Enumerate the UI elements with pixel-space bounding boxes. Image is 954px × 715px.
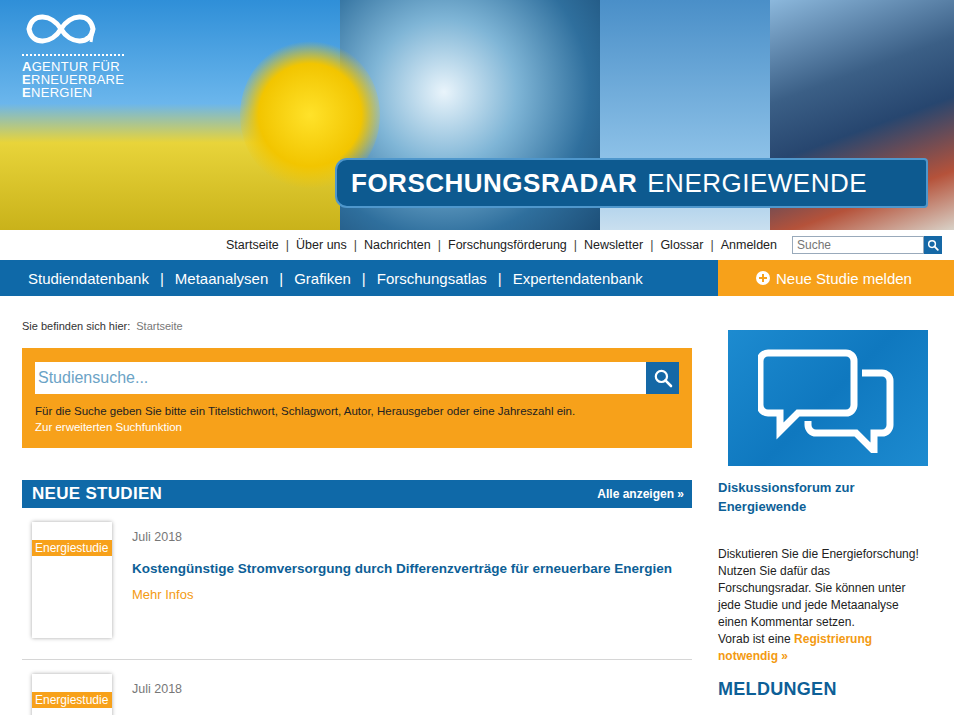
more-info-link[interactable]: Mehr Infos <box>132 587 672 602</box>
nav-separator: | <box>279 270 283 287</box>
study-date: Juli 2018 <box>132 682 182 696</box>
news-heading: MELDUNGEN <box>718 679 928 700</box>
magnifier-icon <box>927 239 939 251</box>
nav-separator: | <box>160 270 164 287</box>
speech-bubbles-icon <box>758 343 898 453</box>
study-item: Energiestudie Juli 2018 <box>22 660 692 715</box>
nav-separator: | <box>574 238 577 252</box>
nav-separator: | <box>498 270 502 287</box>
plus-circle-icon <box>756 271 770 285</box>
sidebar: Diskussionsforum zur Energiewende Diskuti… <box>718 296 928 715</box>
top-nav-link[interactable]: Über uns <box>296 238 347 252</box>
forum-teaser[interactable] <box>728 330 928 466</box>
site-logo[interactable]: AGENTUR FÜRERNEUERBAREENERGIEN <box>22 6 124 99</box>
study-list: Energiestudie Juli 2018 Kostengünstige Str… <box>22 508 692 715</box>
study-date: Juli 2018 <box>132 530 672 544</box>
top-nav-link[interactable]: Startseite <box>226 238 279 252</box>
top-navigation: Startseite | Über uns | Nachrichten | Forschun… <box>0 230 954 260</box>
top-nav-link[interactable]: Nachrichten <box>364 238 431 252</box>
header-banner: AGENTUR FÜRERNEUERBAREENERGIEN FORSCHUNGS… <box>0 0 954 230</box>
site-title: FORSCHUNGSRADARENERGIEWENDE <box>335 158 928 208</box>
search-hint: Für die Suche geben Sie bitte ein Titels… <box>35 405 679 417</box>
main-nav-items: Studiendatenbank | Metaanalysen | Grafiken | F… <box>0 260 718 296</box>
main-column: Sie befinden sich hier:Startseite Für die… <box>22 296 692 715</box>
logo-line: ERNEUERBARE <box>22 73 124 86</box>
study-search-button[interactable] <box>646 362 679 394</box>
report-study-button[interactable]: Neue Studie melden <box>718 260 954 296</box>
nav-separator: | <box>438 238 441 252</box>
forum-text: Diskutieren Sie die Energieforschung! Nu… <box>718 546 922 665</box>
study-item: Energiestudie Juli 2018 Kostengünstige Str… <box>22 508 692 660</box>
magnifier-icon <box>653 368 673 388</box>
site-search <box>792 236 942 254</box>
logo-line: ENERGIEN <box>22 86 124 99</box>
top-nav-link[interactable]: Glossar <box>660 238 703 252</box>
main-navigation: Studiendatenbank | Metaanalysen | Grafiken | F… <box>0 260 954 296</box>
study-search-input[interactable] <box>35 362 646 394</box>
study-tag: Energiestudie <box>32 540 112 556</box>
top-nav-link[interactable]: Newsletter <box>584 238 643 252</box>
main-nav-link[interactable]: Metaanalysen <box>175 270 268 287</box>
main-nav-link[interactable]: Expertendatenbank <box>513 270 643 287</box>
nav-separator: | <box>362 270 366 287</box>
study-title[interactable]: Kostengünstige Stromversorgung durch Dif… <box>132 560 672 578</box>
study-search-box: Für die Suche geben Sie bitte ein Titels… <box>22 348 692 448</box>
main-nav-link[interactable]: Grafiken <box>294 270 351 287</box>
top-nav-link[interactable]: Anmelden <box>721 238 777 252</box>
main-nav-link[interactable]: Forschungsatlas <box>377 270 487 287</box>
study-thumbnail[interactable]: Energiestudie <box>32 522 112 638</box>
top-nav-link[interactable]: Forschungsförderung <box>448 238 567 252</box>
study-tag: Energiestudie <box>32 692 112 708</box>
nav-separator: | <box>354 238 357 252</box>
show-all-link[interactable]: Alle anzeigen » <box>597 487 684 501</box>
study-thumbnail[interactable]: Energiestudie <box>32 674 112 715</box>
logo-text: AGENTUR FÜRERNEUERBAREENERGIEN <box>22 54 124 99</box>
breadcrumb-link[interactable]: Startseite <box>136 320 182 332</box>
infinity-logo-icon <box>22 6 100 52</box>
nav-separator: | <box>710 238 713 252</box>
logo-line: AGENTUR FÜR <box>22 60 124 73</box>
main-nav-link[interactable]: Studiendatenbank <box>28 270 149 287</box>
new-studies-header: NEUE STUDIENAlle anzeigen » <box>22 480 692 508</box>
nav-separator: | <box>650 238 653 252</box>
forum-title[interactable]: Diskussionsforum zur Energiewende <box>718 478 928 516</box>
advanced-search-link[interactable]: Zur erweiterten Suchfunktion <box>35 421 182 433</box>
page-content: Sie befinden sich hier:Startseite Für die… <box>0 296 954 715</box>
nav-separator: | <box>286 238 289 252</box>
site-search-button[interactable] <box>924 236 942 254</box>
breadcrumb: Sie befinden sich hier:Startseite <box>22 320 692 332</box>
site-search-input[interactable] <box>792 236 924 254</box>
